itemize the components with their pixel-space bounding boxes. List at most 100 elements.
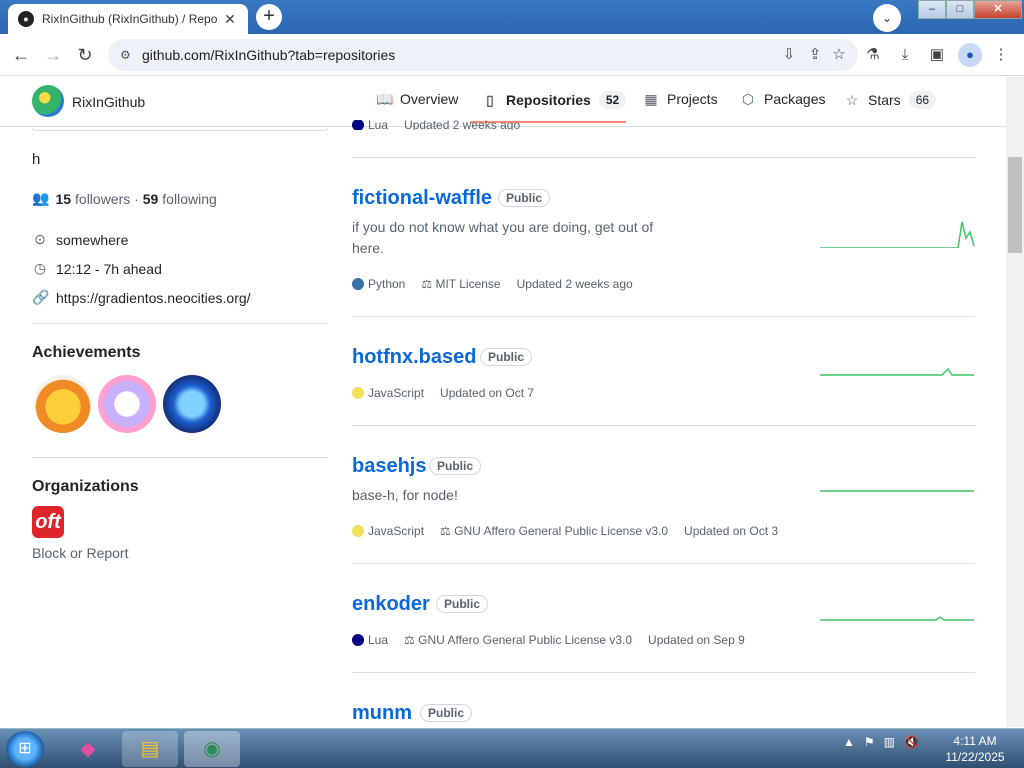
visibility-badge: Public (480, 348, 533, 366)
side-panel-icon[interactable]: ▣ (926, 44, 948, 66)
address-bar[interactable]: ⚙ github.com/RixInGithub?tab=repositorie… (108, 39, 858, 71)
menu-icon[interactable]: ⋮ (990, 44, 1012, 66)
activity-sparkline (820, 490, 974, 492)
bookmark-star-icon[interactable]: ☆ (828, 44, 850, 66)
edit-profile-button-edge (32, 128, 328, 131)
achievements-title[interactable]: Achievements (32, 344, 141, 362)
tab-packages[interactable]: ⬡ Packages (740, 91, 826, 107)
law-icon: ⚖ (440, 524, 451, 538)
achievement-badge-3[interactable] (163, 375, 221, 433)
toolbar: ← → ↻ ⚙ github.com/RixInGithub?tab=repos… (0, 34, 1024, 76)
browser-tab-bar: ● RixInGithub (RixInGithub) / Repo ✕ + ⌄… (0, 0, 1024, 34)
repo-name-link[interactable]: enkoder (352, 593, 430, 616)
profile-username[interactable]: RixInGithub (72, 94, 145, 110)
visibility-badge: Public (429, 457, 482, 475)
activity-sparkline (820, 221, 975, 248)
language-color-dot (352, 387, 364, 399)
language-color-dot (352, 634, 364, 646)
repo-meta: Python ⚖ MIT License Updated 2 weeks ago (352, 277, 633, 291)
repo-name-link[interactable]: basehjs (352, 455, 426, 478)
followers-count[interactable]: 15 (55, 191, 71, 207)
tab-search-button[interactable]: ⌄ (873, 4, 901, 32)
achievement-badge-2[interactable] (98, 375, 156, 433)
page-scrollbar[interactable] (1006, 77, 1024, 727)
repo-meta: JavaScript ⚖ GNU Affero General Public L… (352, 524, 778, 538)
browser-tab[interactable]: ● RixInGithub (RixInGithub) / Repo ✕ (8, 4, 248, 34)
network-icon[interactable]: ▥ (884, 735, 895, 749)
people-icon: 👥 (32, 190, 50, 206)
tab-overview[interactable]: 📖 Overview (376, 91, 458, 107)
achievement-badge-1[interactable] (34, 375, 92, 433)
language-color-dot (352, 120, 364, 130)
downloads-icon[interactable]: ⤓ (894, 44, 916, 66)
repo-name-link[interactable]: hotfnx.based (352, 346, 476, 369)
close-window-button[interactable]: ✕ (974, 0, 1022, 19)
website-row: 🔗 https://gradientos.neocities.org/ (32, 289, 251, 306)
language-color-dot (352, 525, 364, 537)
followers-label[interactable]: followers (75, 191, 130, 207)
following-label[interactable]: following (162, 191, 216, 207)
taskbar-app-icon[interactable]: ◆ (60, 731, 116, 767)
extensions-icon[interactable]: ⚗ (862, 44, 884, 66)
book-icon: 📖 (376, 91, 394, 107)
maximize-button[interactable]: □ (946, 0, 974, 19)
repo-divider (352, 563, 975, 564)
back-button[interactable]: ← (8, 42, 34, 68)
tab-stars[interactable]: ☆ Stars 66 (844, 91, 937, 109)
start-button[interactable]: ⊞ (6, 731, 44, 767)
block-or-report-link[interactable]: Block or Report (32, 545, 128, 561)
activity-sparkline (820, 367, 974, 376)
visibility-badge: Public (420, 704, 473, 722)
star-icon: ☆ (845, 92, 859, 108)
follow-stats: 👥 15 followers · 59 following (32, 190, 217, 207)
url-text: github.com/RixInGithub?tab=repositories (142, 47, 396, 63)
following-count[interactable]: 59 (143, 191, 159, 207)
link-icon: 🔗 (32, 289, 50, 305)
repo-count: 52 (598, 91, 627, 109)
divider (32, 457, 328, 458)
profile-bio: h (32, 151, 41, 168)
github-icon: ● (18, 11, 34, 27)
table-icon: ▦ (644, 91, 658, 107)
site-info-icon[interactable]: ⚙ (120, 48, 142, 62)
scrollbar-thumb[interactable] (1008, 157, 1022, 253)
avatar[interactable] (32, 85, 64, 117)
location-row: ⊙ somewhere (32, 231, 128, 248)
website-link[interactable]: https://gradientos.neocities.org/ (56, 290, 251, 306)
system-tray: ▲ ⚑ ▥ 🔇 (843, 735, 919, 749)
repo-divider (352, 425, 975, 426)
location-text: somewhere (56, 231, 129, 248)
minimize-button[interactable]: – (918, 0, 946, 19)
local-time: 12:12 - 7h ahead (56, 260, 162, 277)
repo-divider (352, 157, 975, 158)
new-tab-button[interactable]: + (256, 4, 282, 30)
language-color-dot (352, 278, 364, 290)
file-explorer-icon[interactable]: ▤ (122, 731, 178, 767)
tab-title: RixInGithub (RixInGithub) / Repo (42, 12, 218, 26)
repo-name-link[interactable]: fictional-waffle (352, 187, 492, 210)
time-row: ◷ 12:12 - 7h ahead (32, 260, 162, 277)
action-center-icon[interactable]: ⚑ (864, 735, 875, 749)
repo-divider (352, 672, 975, 673)
tab-repositories[interactable]: ▯ Repositories 52 (482, 91, 627, 109)
organization-avatar[interactable]: oft (32, 506, 64, 538)
share-icon[interactable]: ⇪ (804, 44, 826, 66)
volume-muted-icon[interactable]: 🔇 (904, 735, 919, 749)
windows-taskbar: ⊞ ◆ ▤ ◉ ▲ ⚑ ▥ 🔇 4:11 AM 11/22/2025 (0, 728, 1024, 768)
follow-separator: · (134, 190, 139, 207)
forward-button[interactable]: → (40, 42, 66, 68)
repo-divider (352, 316, 975, 317)
close-tab-icon[interactable]: ✕ (222, 11, 238, 28)
tab-projects[interactable]: ▦ Projects (643, 91, 717, 107)
visibility-badge: Public (498, 189, 551, 207)
law-icon: ⚖ (404, 633, 415, 647)
profile-avatar-icon[interactable]: ● (958, 43, 982, 67)
taskbar-clock[interactable]: 4:11 AM 11/22/2025 (940, 733, 1010, 765)
tray-expand-icon[interactable]: ▲ (843, 735, 855, 749)
browser-taskbar-icon[interactable]: ◉ (184, 731, 240, 767)
install-icon[interactable]: ⇩ (778, 44, 800, 66)
repo-name-link[interactable]: munm (352, 702, 412, 725)
reload-button[interactable]: ↻ (72, 42, 98, 68)
repo-description: base-h, for node! (352, 487, 458, 503)
repo-meta-partial: Lua Updated 2 weeks ago (352, 120, 520, 130)
